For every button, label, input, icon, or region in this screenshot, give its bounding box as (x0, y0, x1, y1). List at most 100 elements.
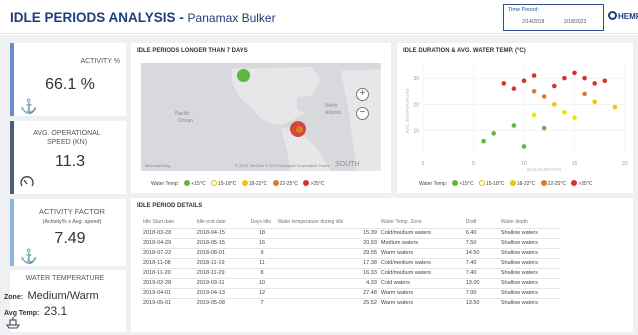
kpi-factor-value: 7.49 (54, 230, 86, 247)
map-provider-logo: Microsoft Bing (145, 163, 171, 168)
kpi-zone-label: Zone: (4, 294, 24, 301)
legend-swatch (571, 180, 578, 186)
y-tick-label: 30 (413, 76, 419, 82)
table-row[interactable]: 2018-07-22 2018-08-01 9 29.55 Warm waters 14.… (141, 247, 561, 258)
kpi-water-temp-card: WATER TEMPERATURE Zone: Medium/Warm Avg … (4, 270, 126, 332)
table-cell: Warm waters (378, 287, 464, 298)
zoom-out-button[interactable]: − (356, 107, 369, 120)
scatter-point (582, 91, 587, 97)
column-header[interactable]: Water Temp. Zone (379, 216, 464, 228)
table-cell: Shallow waters (498, 237, 561, 248)
scatter-legend-item: >25°C (571, 180, 592, 187)
table-cell: Shallow waters (498, 287, 561, 298)
idle-periods-map-panel: IDLE PERIODS LONGER THAN 7 DAYS Pacific … (131, 43, 391, 193)
ship-icon (5, 317, 21, 331)
legend-swatch (478, 180, 485, 186)
scatter-point (562, 110, 567, 115)
scatter-legend: Water Temp: <15°C 15-18°C 18-22°C 22-25°… (419, 180, 596, 187)
scatter-point (511, 123, 517, 128)
map-legend-item: <15°C (184, 180, 206, 187)
column-header[interactable]: Water temperature during idle (275, 216, 378, 228)
table-cell: Shallow waters (498, 277, 561, 288)
table-cell: 18 (248, 227, 276, 238)
scatter-point (572, 70, 577, 76)
table-row[interactable]: 2019-02-28 2019-03-11 10 4.33 Cold waters 13.… (141, 277, 561, 288)
map-credit[interactable]: © 2023 TomTom © 2023 Microsoft Corporati… (235, 163, 329, 168)
map-point-green[interactable] (237, 69, 250, 82)
table-row[interactable]: 2018-04-29 2018-05-15 16 20.93 Medium waters… (141, 237, 561, 248)
table-cell: Shallow waters (498, 267, 561, 278)
scatter-point (541, 125, 547, 131)
table-row[interactable]: 2019-04-01 2019-04-13 12 27.48 Warm waters 7.… (141, 287, 561, 298)
scatter-chart: 1020300 5 10 15 20IDLE DURATIONAVG. TEMPERAT… (405, 65, 628, 172)
kpi-water-temp-label: WATER TEMPERATURE (25, 275, 105, 282)
column-header[interactable]: Idle Start date (141, 216, 195, 228)
y-axis-label: AVG. TEMPERATURE (405, 88, 410, 133)
logo-ring-icon (608, 11, 617, 20)
table-header-row: Idle Start date Idle end date Days idle … (141, 216, 561, 228)
column-header[interactable]: Idle end date (195, 216, 249, 228)
column-header[interactable]: Water depth (499, 216, 561, 228)
table-cell: 2018-11-20 (141, 267, 195, 278)
column-header[interactable]: Days idle (249, 216, 276, 228)
table-cell: 7 (248, 297, 276, 308)
y-tick-label: 10 (413, 129, 419, 135)
kpi-avg-temp-label: Avg Temp: (4, 310, 40, 317)
period-end-date[interactable]: 2/18/2023 (564, 19, 586, 25)
scatter-point (592, 99, 597, 105)
y-tick-label: 20 (413, 102, 419, 108)
zoom-in-button[interactable]: + (356, 88, 369, 101)
table-row[interactable]: 2018-11-08 2018-11-19 11 17.38 Cold/medium w… (141, 257, 561, 268)
table-row[interactable]: 2018-11-20 2018-11-29 8 16.33 Cold/medium wa… (141, 267, 561, 278)
anchor-icon: ⚓ (20, 98, 38, 114)
legend-swatch (210, 180, 217, 186)
table-cell: 2018-07-22 (141, 247, 195, 258)
table-cell: 11 (248, 257, 276, 268)
world-map[interactable]: Pacific Ocean North Atlantic SOUTH + − M… (141, 63, 381, 171)
logo-text: HEMP (618, 12, 638, 21)
table-cell: 7.40 (463, 267, 499, 278)
table-cell: 8 (248, 267, 276, 278)
legend-swatch (509, 180, 516, 186)
map-legend: Water Temp: <15°C 15-18°C 18-22°C 22-25°… (151, 180, 328, 187)
scatter-legend-label-4: 22-25°C (547, 181, 566, 187)
scatter-legend-label-3: 18-22°C (516, 181, 536, 187)
table-cell: 2019-05-01 (141, 297, 195, 308)
gauge-icon (20, 175, 34, 189)
kpi-factor-card: ACTIVITY FACTOR (Activity% x Avg. speed) … (10, 199, 126, 266)
table-cell: 2018-04-29 (141, 237, 195, 248)
table-cell: 17.38 (275, 257, 379, 268)
time-period-label: Time Period: (508, 7, 539, 13)
kpi-factor-label: ACTIVITY FACTOR (Activity% x Avg. speed) (24, 207, 120, 227)
kpi-factor-label-line2: (Activity% x Avg. speed) (42, 219, 102, 225)
legend-swatch (241, 180, 248, 186)
table-cell: Cold waters (378, 277, 464, 288)
period-start-date[interactable]: 2/14/2018 (522, 19, 544, 25)
table-cell: 2018-08-01 (194, 247, 249, 258)
scatter-point (592, 81, 597, 86)
header-bar: IDLE PERIODS ANALYSIS - Panamax Bulker T… (0, 0, 638, 34)
anchor-icon: ⚓ (20, 248, 38, 264)
table-cell: Shallow waters (498, 257, 561, 268)
idle-duration-scatter-panel: IDLE DURATION & AVG. WATER TEMP. (°C) 10… (397, 43, 633, 193)
map-point-orange[interactable] (296, 126, 303, 133)
table-cell: Cold/medium waters (378, 257, 464, 268)
table-cell: 25.52 (275, 297, 379, 308)
time-period-filter[interactable]: Time Period: 2/14/2018 2/18/2023 (503, 4, 604, 31)
scatter-legend-item: 15-18°C (478, 180, 504, 187)
company-logo: HEMP (608, 11, 638, 21)
table-cell: 27.48 (275, 287, 379, 298)
report-title: IDLE PERIODS ANALYSIS (10, 10, 176, 25)
column-header[interactable]: Draft (464, 216, 499, 228)
scatter-point (541, 94, 547, 99)
table-cell: 7.50 (463, 237, 499, 248)
table-row[interactable]: 2018-03-28 2018-04-15 18 15.39 Cold/medium w… (141, 227, 561, 238)
scatter-point (531, 88, 537, 94)
scatter-point (602, 78, 608, 84)
x-tick-label: 15 (572, 161, 578, 167)
kpi-speed-label-line1: AVG. OPERATIONAL (33, 130, 101, 137)
scatter-point (572, 115, 577, 120)
x-tick-label: 5 (472, 161, 475, 167)
table-cell: Shallow waters (498, 297, 561, 308)
table-row[interactable]: 2019-05-01 2019-05-08 7 25.52 Warm waters 13.… (141, 297, 561, 308)
